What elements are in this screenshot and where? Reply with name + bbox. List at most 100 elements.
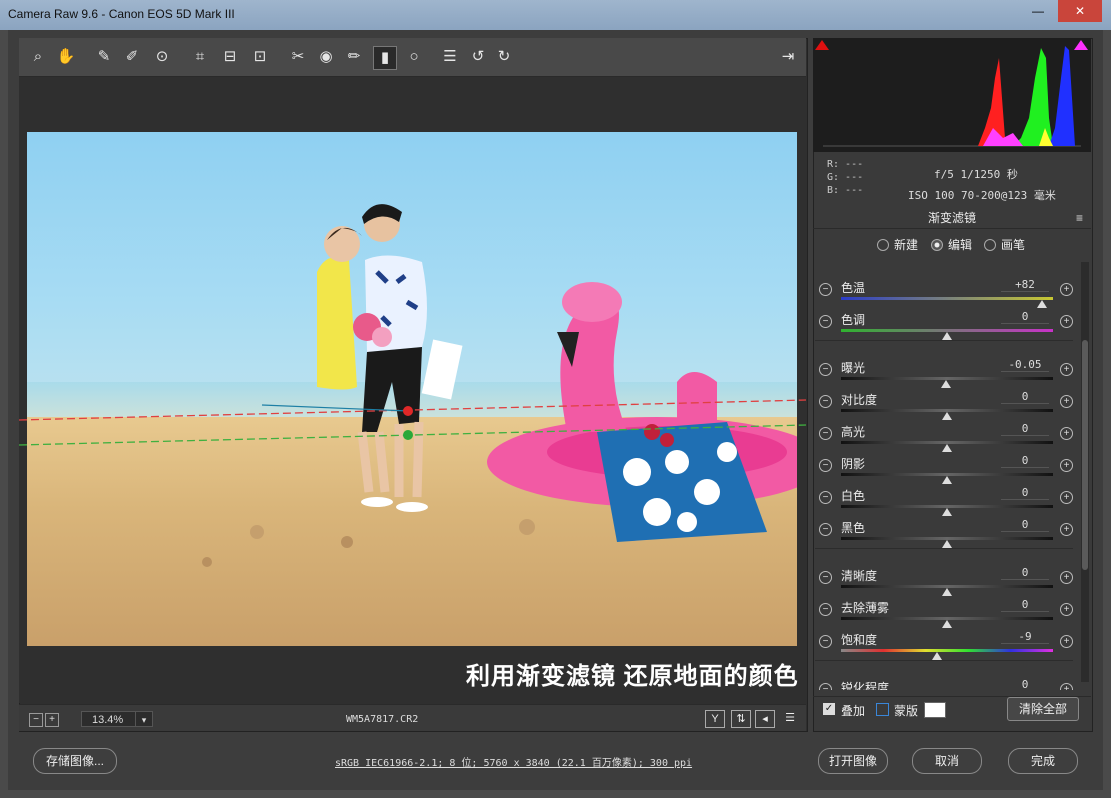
slider-value[interactable]: 0: [1001, 422, 1049, 436]
plus-icon[interactable]: +: [1060, 635, 1073, 648]
mode-edit[interactable]: 编辑: [931, 236, 972, 253]
save-image-button[interactable]: 存储图像...: [33, 748, 117, 774]
slider-row: − 对比度 0 +: [813, 382, 1077, 420]
slider-value[interactable]: 0: [1001, 518, 1049, 532]
slider-value[interactable]: 0: [1001, 454, 1049, 468]
minus-icon[interactable]: −: [819, 315, 832, 328]
plus-icon[interactable]: +: [1060, 459, 1073, 472]
scrollbar-thumb[interactable]: [1082, 340, 1088, 570]
zoom-icon[interactable]: ⌕: [27, 46, 49, 68]
copy-settings-icon[interactable]: ◂: [755, 710, 775, 728]
slider-value[interactable]: 0: [1001, 310, 1049, 324]
color-sampler-icon[interactable]: ✐: [121, 46, 143, 68]
minus-icon[interactable]: −: [819, 603, 832, 616]
minus-icon[interactable]: −: [819, 395, 832, 408]
graduated-filter-icon[interactable]: ▮: [373, 46, 397, 70]
red-eye-icon[interactable]: ◉: [315, 46, 337, 68]
slider-thumb[interactable]: [942, 332, 952, 340]
file-name: WM5A7817.CR2: [346, 714, 419, 725]
mask-label: 蒙版: [894, 704, 919, 718]
white-balance-icon[interactable]: ✎: [93, 46, 115, 68]
mask-color-swatch[interactable]: [924, 702, 946, 718]
slider-value[interactable]: 0: [1001, 598, 1049, 612]
plus-icon[interactable]: +: [1060, 523, 1073, 536]
plus-icon[interactable]: +: [1060, 395, 1073, 408]
minimize-button[interactable]: —: [1024, 0, 1052, 22]
slider-label: 黑色: [841, 521, 866, 535]
zoom-in-button[interactable]: +: [45, 713, 59, 727]
mode-brush[interactable]: 画笔: [984, 236, 1025, 253]
slider-row: − 色调 0 +: [813, 302, 1077, 340]
gradient-filter-overlay[interactable]: [19, 395, 806, 455]
aperture-shutter: f/5 1/1250 秒: [934, 168, 1018, 181]
minus-icon[interactable]: −: [819, 363, 832, 376]
mode-new[interactable]: 新建: [877, 236, 918, 253]
minus-icon[interactable]: −: [819, 635, 832, 648]
plus-icon[interactable]: +: [1060, 683, 1073, 690]
plus-icon[interactable]: +: [1060, 491, 1073, 504]
zoom-select[interactable]: 13.4% ▾: [81, 711, 153, 727]
before-after-y-icon[interactable]: Y: [705, 710, 725, 728]
slider-value[interactable]: 0: [1001, 486, 1049, 500]
slider-value[interactable]: -0.05: [1001, 358, 1049, 372]
highlight-clipping-icon[interactable]: [1074, 40, 1088, 50]
minus-icon[interactable]: −: [819, 523, 832, 536]
open-image-button[interactable]: 打开图像: [818, 748, 888, 774]
spot-removal-icon[interactable]: ✂: [287, 46, 309, 68]
workflow-options-link[interactable]: sRGB IEC61966-2.1; 8 位; 5760 x 3840 (22.…: [335, 754, 692, 769]
slider-track[interactable]: [841, 649, 1053, 652]
slider-thumb[interactable]: [942, 540, 952, 548]
slider-value[interactable]: 0: [1001, 566, 1049, 580]
hand-icon[interactable]: ✋: [55, 46, 77, 68]
shadow-clipping-icon[interactable]: [815, 40, 829, 50]
window-title: Camera Raw 9.6 - Canon EOS 5D Mark III: [8, 7, 235, 21]
slider-value[interactable]: -9: [1001, 630, 1049, 644]
b-value: B: ---: [827, 185, 864, 196]
mask-checkbox[interactable]: [876, 703, 889, 716]
preview-preferences-icon[interactable]: ☰: [781, 710, 799, 726]
overlay-label: 叠加: [841, 704, 866, 718]
plus-icon[interactable]: +: [1060, 315, 1073, 328]
swap-settings-icon[interactable]: ⇅: [731, 710, 751, 728]
minus-icon[interactable]: −: [819, 571, 832, 584]
minus-icon[interactable]: −: [819, 459, 832, 472]
plus-icon[interactable]: +: [1060, 603, 1073, 616]
transform-icon[interactable]: ⊡: [249, 46, 271, 68]
clear-all-button[interactable]: 清除全部: [1007, 697, 1079, 721]
rotate-cw-icon[interactable]: ↻: [493, 46, 515, 68]
preview-image[interactable]: [27, 132, 797, 646]
minus-icon[interactable]: −: [819, 491, 832, 504]
targeted-adjust-icon[interactable]: ⊙: [151, 46, 173, 68]
minus-icon[interactable]: −: [819, 427, 832, 440]
crop-icon[interactable]: ⌗: [189, 46, 211, 68]
camera-info: f/5 1/1250 秒 ISO 100 70-200@123 毫米: [908, 164, 1056, 206]
presets-icon[interactable]: ☰: [439, 46, 461, 68]
plus-icon[interactable]: +: [1060, 283, 1073, 296]
radio-selected-icon: [931, 239, 943, 251]
title-bar: Camera Raw 9.6 - Canon EOS 5D Mark III —…: [0, 0, 1111, 30]
slider-label: 清晰度: [841, 569, 878, 583]
slider-value[interactable]: 0: [1001, 390, 1049, 404]
fullscreen-icon[interactable]: ⇥: [777, 46, 799, 68]
rotate-ccw-icon[interactable]: ↺: [467, 46, 489, 68]
cancel-button[interactable]: 取消: [912, 748, 982, 774]
minus-icon[interactable]: −: [819, 283, 832, 296]
plus-icon[interactable]: +: [1060, 363, 1073, 376]
zoom-out-button[interactable]: −: [29, 713, 43, 727]
slider-value[interactable]: 0: [1001, 678, 1049, 690]
slider-thumb[interactable]: [932, 652, 943, 660]
slider-label: 饱和度: [841, 633, 878, 647]
slider-value[interactable]: +82: [1001, 278, 1049, 292]
done-button[interactable]: 完成: [1008, 748, 1078, 774]
slider-track[interactable]: [841, 297, 1053, 300]
minus-icon[interactable]: −: [819, 683, 832, 690]
plus-icon[interactable]: +: [1060, 571, 1073, 584]
plus-icon[interactable]: +: [1060, 427, 1073, 440]
radial-filter-icon[interactable]: ○: [403, 46, 425, 68]
slider-row: − 黑色 0 +: [813, 510, 1077, 548]
straighten-icon[interactable]: ⊟: [219, 46, 241, 68]
adjustment-brush-icon[interactable]: ✏: [343, 46, 365, 68]
close-button[interactable]: ✕: [1058, 0, 1102, 22]
panel-menu-icon[interactable]: ≡: [1076, 211, 1083, 225]
overlay-checkbox[interactable]: ✓: [823, 703, 835, 715]
